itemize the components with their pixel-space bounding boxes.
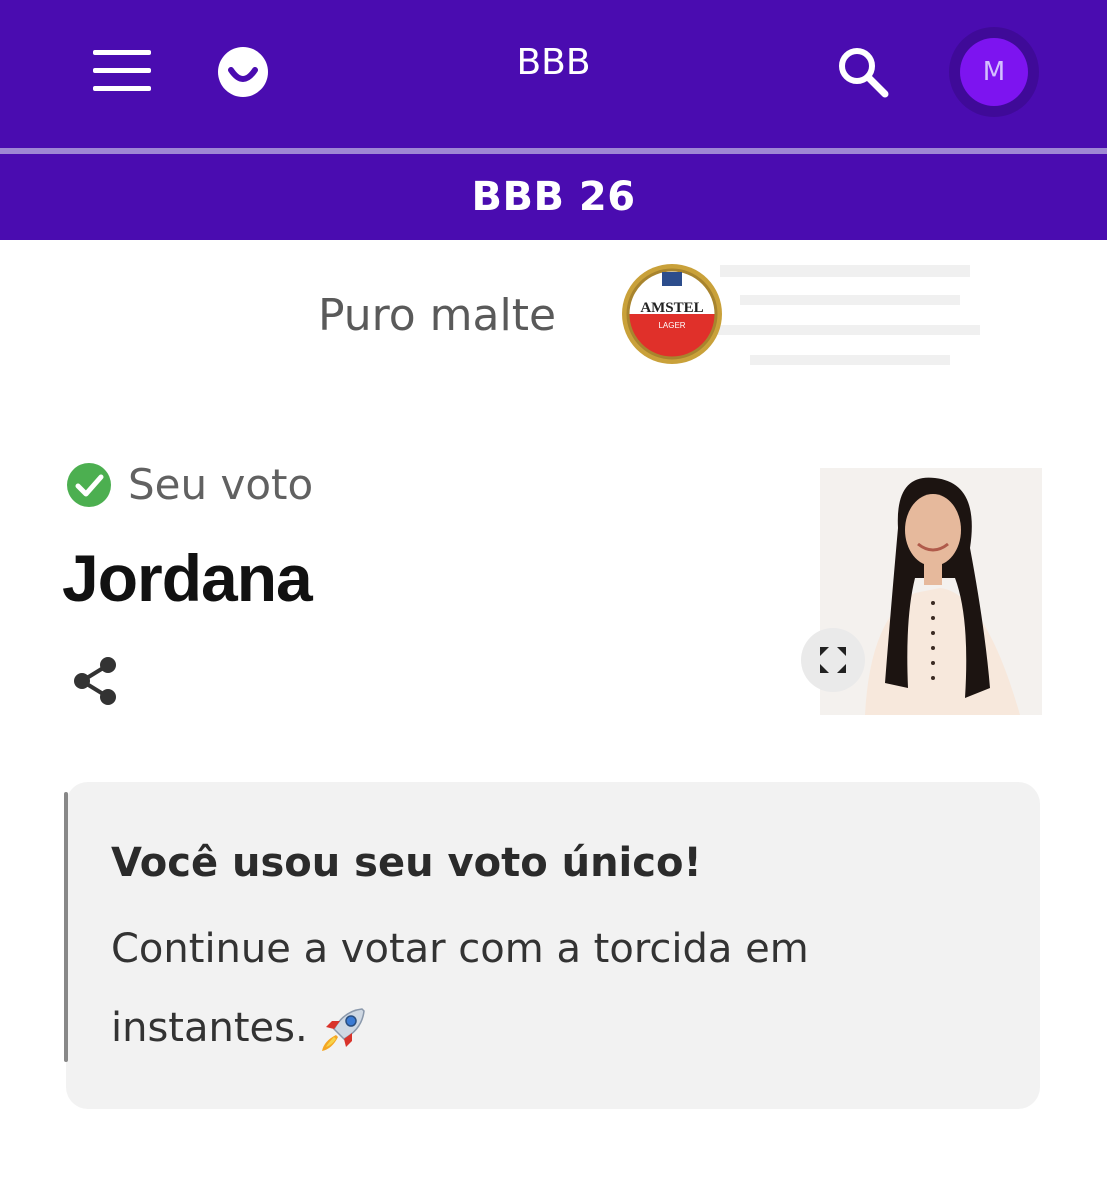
sponsor-background-graphic	[710, 265, 980, 365]
notice-body: Continue a votar com a torcida em instan…	[111, 910, 931, 1068]
sponsor-logo-text: AMSTEL	[640, 300, 703, 316]
notice-card-accent	[64, 792, 68, 1062]
app-title: BBB	[516, 42, 591, 83]
vote-status: Seu voto	[66, 460, 313, 509]
sponsor-tagline: Puro malte	[318, 290, 557, 341]
top-app-bar: BBB M	[0, 0, 1107, 148]
share-icon[interactable]	[70, 655, 120, 707]
section-bar: BBB 26	[0, 154, 1107, 240]
search-icon[interactable]	[833, 42, 893, 102]
sponsor-logo: AMSTEL LAGER	[622, 264, 722, 364]
vote-label: Seu voto	[128, 460, 314, 509]
candidate-name: Jordana	[62, 541, 313, 615]
section-title: BBB 26	[471, 174, 636, 220]
notice-title: Você usou seu voto único!	[111, 840, 702, 886]
notice-body-text: Continue a votar com a torcida em instan…	[111, 926, 809, 1051]
sponsor-logo-subtext: LAGER	[658, 321, 685, 330]
expand-photo-button[interactable]	[801, 628, 865, 692]
rocket-icon	[321, 1008, 365, 1051]
check-circle-icon	[67, 462, 111, 507]
expand-icon	[820, 647, 846, 673]
avatar[interactable]: M	[960, 38, 1028, 106]
